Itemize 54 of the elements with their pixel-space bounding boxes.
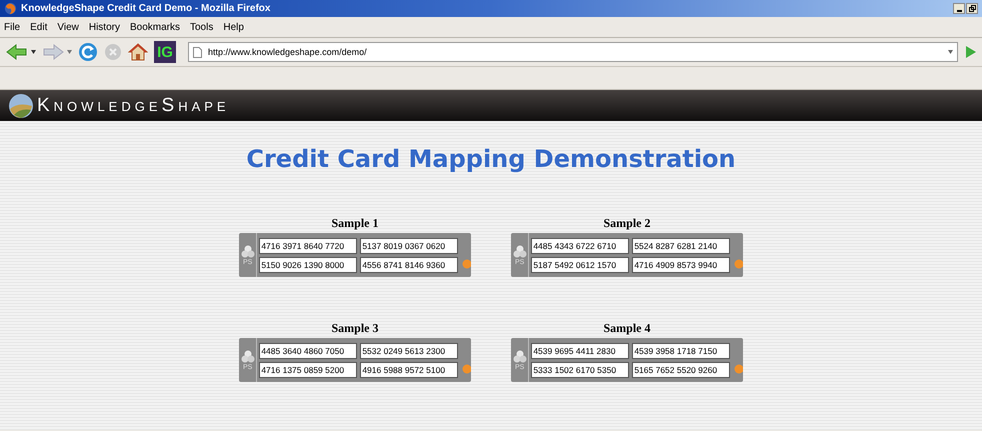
card-number-field[interactable]: 4485 3640 4860 7050	[259, 342, 358, 358]
url-text: http://www.knowledgeshape.com/demo/	[208, 47, 368, 57]
restore-button[interactable]	[966, 3, 978, 14]
card-number-field[interactable]: 5532 0249 5613 2300	[360, 342, 458, 358]
card-number-field[interactable]: 5187 5492 0612 1570	[531, 256, 630, 272]
home-icon[interactable]	[128, 43, 148, 61]
address-field[interactable]: http://www.knowledgeshape.com/demo/	[188, 42, 958, 62]
sample-title: Sample 1	[330, 216, 380, 231]
page-heading: Credit Card Mapping Demonstration	[245, 145, 737, 173]
card-number-field[interactable]: 4916 5988 9572 5100	[360, 362, 458, 378]
circles-icon	[512, 350, 527, 362]
status-light-icon	[462, 259, 471, 269]
dropdown-icon[interactable]	[31, 50, 36, 54]
card-number-field[interactable]: 4539 9695 4411 2830	[531, 342, 630, 358]
card-number-field[interactable]: 4716 4909 8573 9940	[632, 256, 730, 272]
site-logo: KnowledgeShape	[37, 94, 230, 116]
card-number-field[interactable]: 5165 7652 5520 9260	[632, 362, 730, 378]
menu-item[interactable]: Edit	[30, 22, 48, 32]
page-icon	[193, 46, 202, 58]
browser-logo-icon	[4, 2, 17, 15]
menu-item[interactable]: History	[88, 22, 120, 32]
dropdown-icon[interactable]	[948, 50, 953, 54]
sample-title: Sample 2	[602, 216, 652, 231]
forward-arrow-icon[interactable]	[42, 43, 64, 61]
card-number-field[interactable]: 5333 1502 6170 5350	[531, 362, 630, 378]
circles-icon	[240, 350, 255, 362]
addon-button[interactable]: IG	[154, 41, 176, 63]
card-number-field[interactable]: 4485 4343 6722 6710	[531, 238, 630, 254]
sample-title: Sample 4	[602, 321, 652, 336]
menu-item[interactable]: Tools	[190, 22, 214, 32]
menu-item[interactable]: Bookmarks	[130, 22, 180, 32]
back-arrow-icon[interactable]	[6, 43, 28, 61]
sample-title: Sample 3	[330, 321, 380, 336]
card-number-field[interactable]: 5524 8287 6281 2140	[632, 238, 730, 254]
card-number-field[interactable]: 4539 3958 1718 7150	[632, 342, 730, 358]
card-number-field[interactable]: 4716 1375 0859 5200	[259, 362, 358, 378]
window-title: KnowledgeShape Credit Card Demo - Mozilla Firefox	[21, 3, 272, 14]
circles-icon	[512, 244, 527, 258]
go-icon[interactable]	[966, 46, 976, 58]
minimize-button[interactable]	[953, 3, 965, 14]
status-light-icon	[734, 364, 743, 374]
menu-item[interactable]: View	[57, 22, 79, 32]
logo-icon	[8, 92, 34, 118]
menu-item[interactable]: File	[4, 22, 20, 32]
status-light-icon	[462, 364, 471, 374]
card-number-field[interactable]: 4556 8741 8146 9360	[360, 256, 458, 272]
status-light-icon	[734, 259, 743, 269]
card-number-field[interactable]: 5137 8019 0367 0620	[360, 238, 458, 254]
restore-icon	[968, 5, 976, 12]
menu-item[interactable]: Help	[223, 22, 244, 32]
circles-icon	[240, 244, 255, 258]
card-number-field[interactable]: 4716 3971 8640 7720	[259, 238, 358, 254]
reload-icon[interactable]	[78, 42, 98, 62]
card-number-field[interactable]: 5150 9026 1390 8000	[259, 256, 358, 272]
